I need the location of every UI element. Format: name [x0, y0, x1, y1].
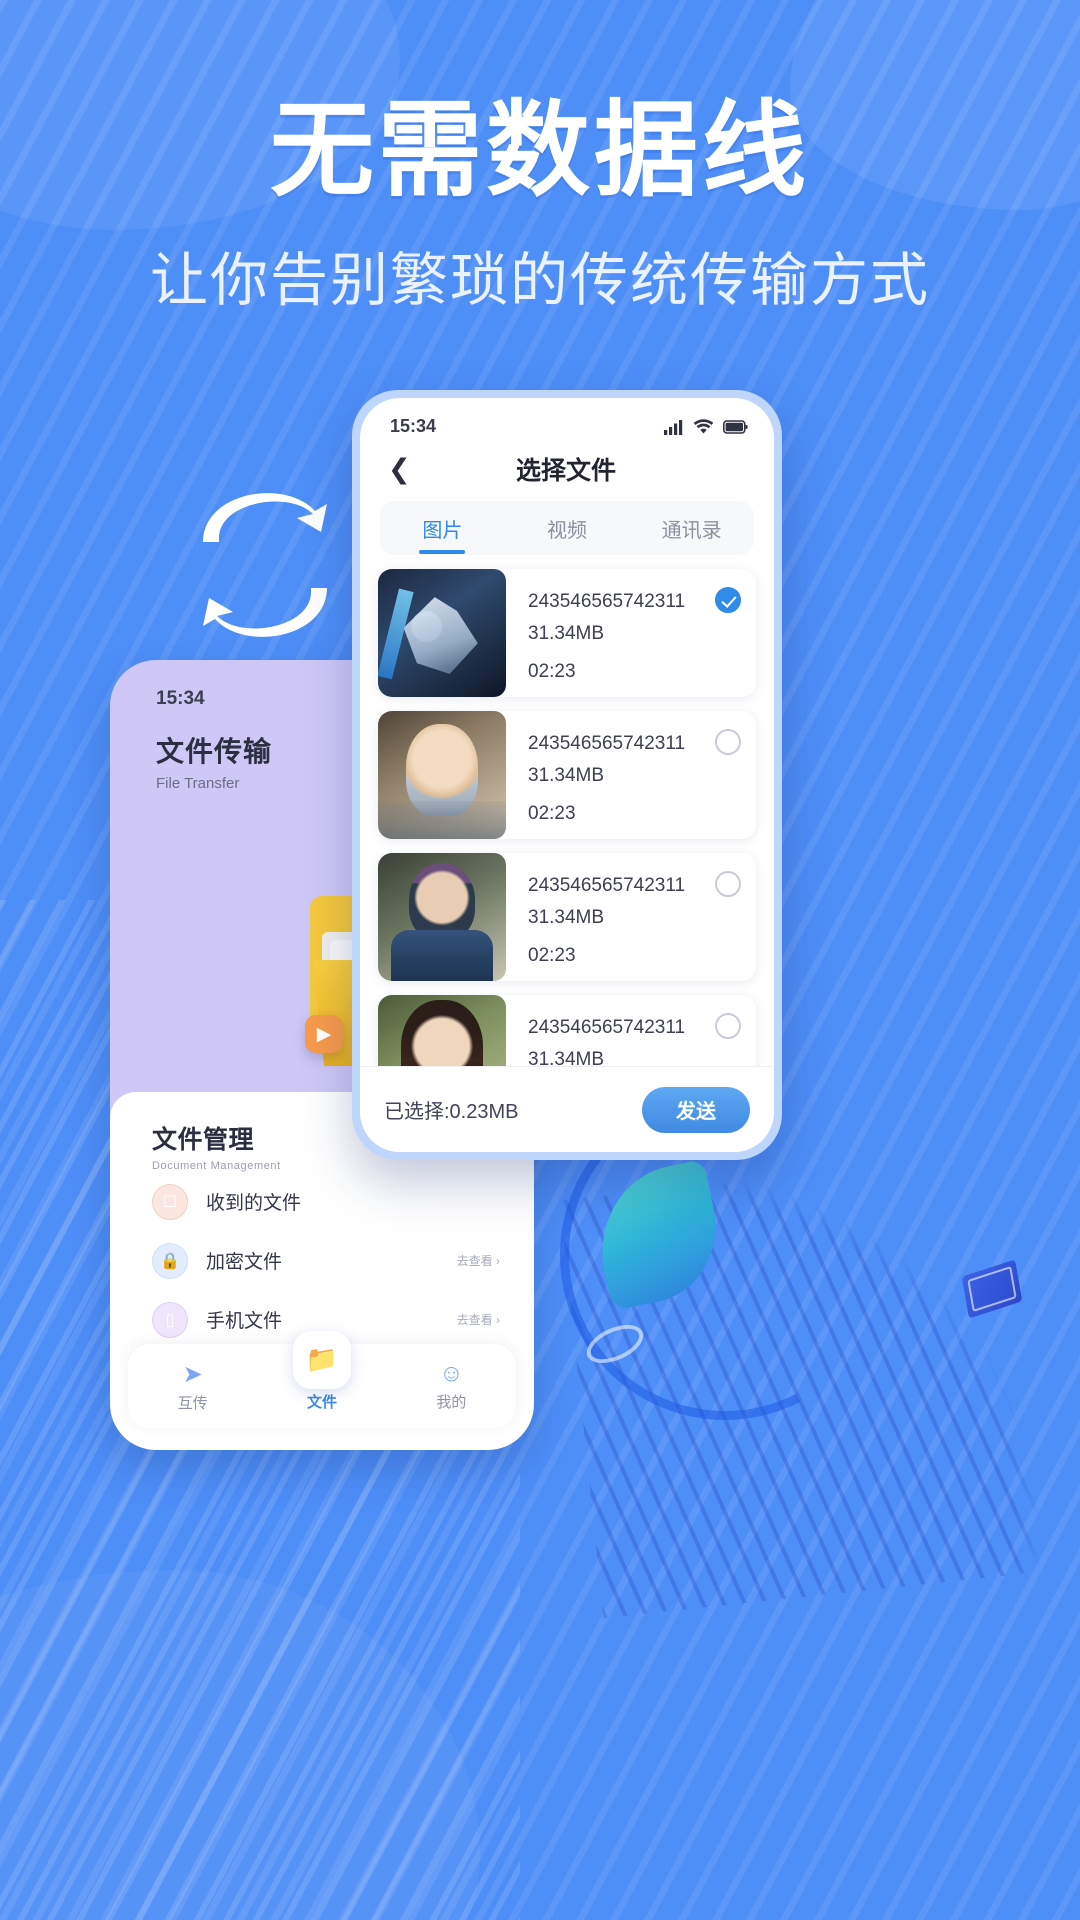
- left-bottom-tabbar: ➤ 互传 📁 文件 ☺ 我的: [128, 1330, 516, 1428]
- file-thumbnail: [378, 853, 506, 981]
- send-icon: ➤: [182, 1360, 203, 1388]
- tab-contacts[interactable]: 通讯录: [629, 514, 754, 543]
- file-management-row-encrypted[interactable]: 🔒 加密文件 去查看 ›: [110, 1231, 534, 1290]
- file-name: 243546565742311: [528, 591, 686, 612]
- file-management-title-en: Document Management: [152, 1160, 281, 1172]
- file-size: 31.34MB: [528, 765, 605, 786]
- send-button[interactable]: 发送: [642, 1086, 750, 1133]
- tab-transfer[interactable]: ➤ 互传: [128, 1360, 257, 1413]
- file-thumbnail: [378, 569, 506, 697]
- play-icon: ▶: [305, 1015, 343, 1053]
- phone-icon: ▯: [152, 1301, 188, 1338]
- row-label: 手机文件: [206, 1311, 283, 1332]
- tab-mine[interactable]: ☺ 我的: [387, 1360, 516, 1412]
- file-list-item[interactable]: 243546565742311 31.34MB 02:23: [378, 711, 756, 839]
- right-phone-screen: 15:34 ❮ 选择文件 图片 视频 通讯录 243546565742311 3…: [360, 398, 774, 1152]
- file-meta: 243546565742311 31.34MB 02:23: [506, 569, 700, 697]
- row-label: 加密文件: [206, 1252, 283, 1273]
- tab-contacts-label: 通讯录: [661, 519, 722, 542]
- tab-videos[interactable]: 视频: [505, 514, 630, 543]
- inbox-icon: ☐: [152, 1183, 188, 1220]
- tab-transfer-label: 互传: [177, 1394, 208, 1412]
- file-size: 31.34MB: [528, 623, 605, 644]
- file-name: 243546565742311: [528, 875, 686, 896]
- file-select-checkbox[interactable]: [700, 995, 756, 1066]
- headline-block: 无需数据线 让你告别繁琐的传统传输方式: [0, 89, 1080, 317]
- file-select-checkbox[interactable]: [700, 711, 756, 839]
- tab-videos-label: 视频: [547, 519, 587, 542]
- file-size: 31.34MB: [528, 907, 605, 928]
- right-status-bar: 15:34: [360, 398, 774, 437]
- file-name: 243546565742311: [528, 733, 686, 754]
- chevron-left-icon[interactable]: ❮: [388, 454, 428, 485]
- page-subtitle: 让你告别繁琐的传统传输方式: [149, 246, 930, 315]
- file-select-checkbox[interactable]: [700, 569, 756, 697]
- file-list-item[interactable]: 243546565742311 31.34MB 02:23: [378, 569, 756, 697]
- status-icon-group: [664, 418, 748, 435]
- row-label: 收到的文件: [206, 1193, 302, 1214]
- file-thumbnail: [378, 995, 506, 1066]
- right-phone-mockup: 15:34 ❮ 选择文件 图片 视频 通讯录 243546565742311 3…: [352, 390, 782, 1160]
- file-time: 02:23: [528, 803, 576, 824]
- file-time: 02:23: [528, 661, 576, 682]
- file-size: 31.34MB: [528, 1049, 605, 1066]
- tab-images-label: 图片: [422, 519, 463, 542]
- file-meta: 243546565742311 31.34MB 02:23: [506, 711, 700, 839]
- row-action[interactable]: 去查看 ›: [457, 1311, 500, 1328]
- file-list-item[interactable]: 243546565742311 31.34MB 02:23: [378, 853, 756, 981]
- selection-footer: 已选择:0.23MB 发送: [360, 1066, 774, 1152]
- file-meta: 243546565742311 31.34MB 02:23: [506, 853, 700, 981]
- right-page-title: 选择文件: [515, 457, 616, 485]
- selected-size-text: 已选择:0.23MB: [384, 1101, 519, 1123]
- file-time: 02:23: [528, 945, 576, 966]
- file-management-row-received[interactable]: ☐ 收到的文件: [110, 1172, 534, 1231]
- signal-icon: [664, 419, 683, 435]
- right-status-time: 15:34: [390, 416, 437, 436]
- file-meta: 243546565742311 31.34MB 02:23: [506, 995, 700, 1066]
- file-list[interactable]: 243546565742311 31.34MB 02:23 2435465657…: [360, 555, 774, 1066]
- wifi-icon: [693, 418, 714, 433]
- user-icon: ☺: [439, 1360, 464, 1387]
- tab-images[interactable]: 图片: [380, 514, 505, 543]
- file-select-checkbox[interactable]: [700, 853, 756, 981]
- file-name: 243546565742311: [528, 1017, 686, 1038]
- lock-icon: 🔒: [152, 1242, 188, 1279]
- right-tab-bar: 图片 视频 通讯录: [380, 501, 754, 555]
- tab-files-label: 文件: [306, 1393, 337, 1411]
- transfer-arrows-icon: [185, 480, 345, 650]
- folder-icon: 📁: [292, 1330, 351, 1389]
- tab-files[interactable]: 📁 文件: [257, 1330, 386, 1412]
- file-thumbnail: [378, 711, 506, 839]
- file-list-item[interactable]: 243546565742311 31.34MB 02:23: [378, 995, 756, 1066]
- page-title: 无需数据线: [269, 89, 810, 211]
- row-action[interactable]: 去查看 ›: [457, 1252, 500, 1269]
- battery-icon: [723, 419, 748, 434]
- right-nav-bar: ❮ 选择文件: [360, 437, 774, 495]
- tab-mine-label: 我的: [436, 1394, 467, 1411]
